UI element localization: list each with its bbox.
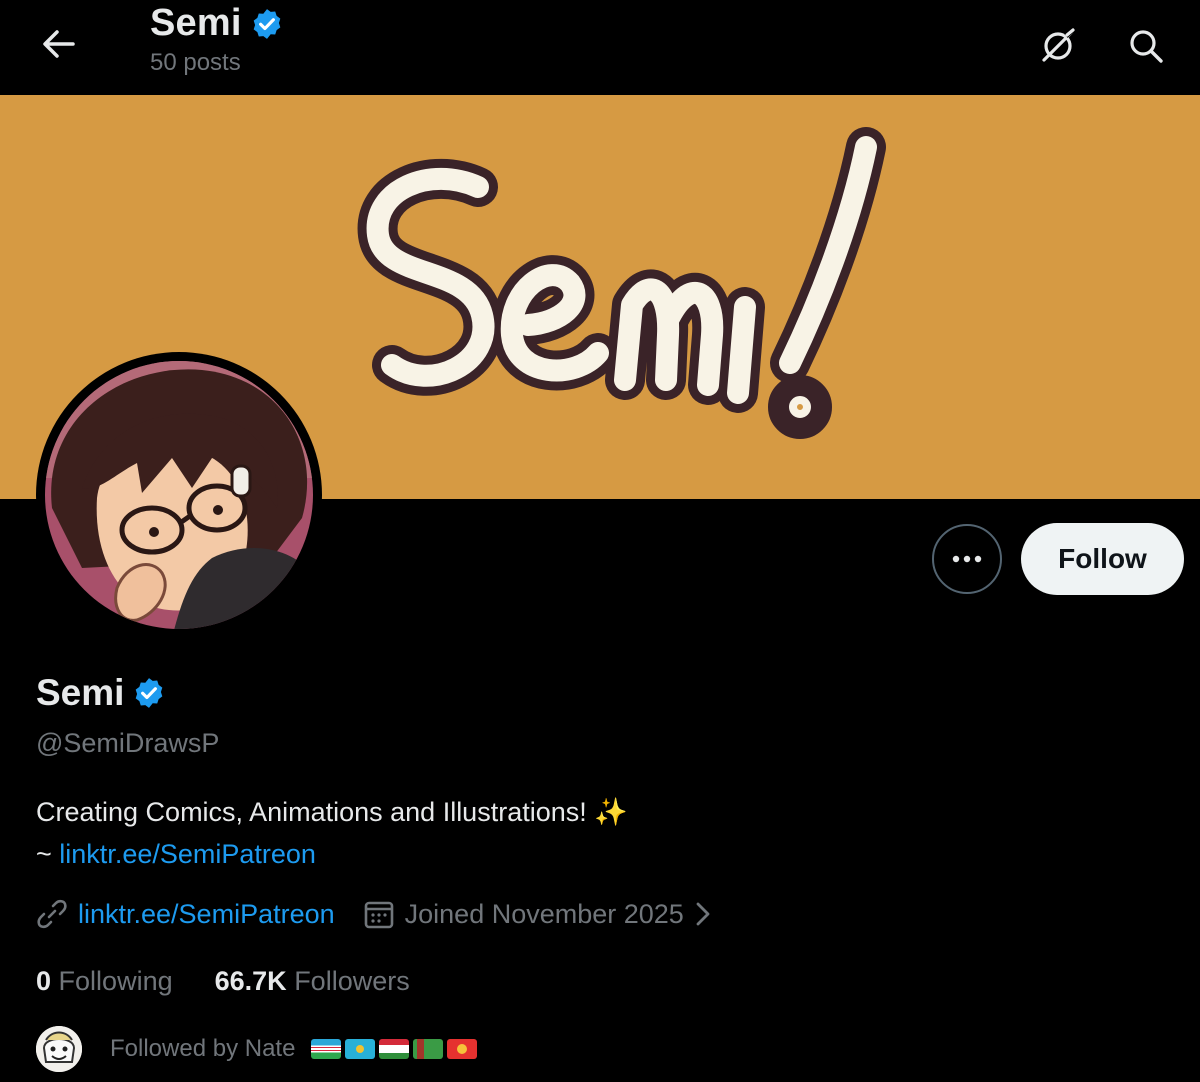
grok-button[interactable]	[1034, 22, 1082, 70]
header-title-block: Semi 50 posts	[150, 2, 284, 77]
followed-by-text: Followed by Nate	[110, 1035, 296, 1062]
link-icon	[37, 899, 67, 929]
grok-icon	[1042, 28, 1075, 62]
joined-item[interactable]: Joined November 2025	[363, 898, 712, 930]
followers-count: 66.7K	[214, 966, 287, 996]
profile-bio: Creating Comics, Animations and Illustra…	[36, 791, 628, 875]
back-arrow-icon	[43, 30, 75, 58]
website-item: linktr.ee/SemiPatreon	[36, 898, 335, 930]
post-count: 50 posts	[150, 49, 241, 76]
following-label: Following	[58, 966, 173, 996]
followers-label: Followers	[294, 966, 410, 996]
flag-uzbekistan-icon	[311, 1039, 342, 1059]
top-bar: Semi 50 posts	[0, 0, 1200, 95]
display-name: Semi	[36, 672, 125, 713]
more-options-button[interactable]	[932, 524, 1002, 594]
follower-avatar	[36, 1026, 82, 1072]
following-count: 0	[36, 966, 52, 996]
flag-tajikistan-icon	[379, 1039, 410, 1059]
flag-emojis	[307, 1039, 478, 1059]
flag-turkmenistan-icon	[413, 1039, 444, 1059]
joined-date: Joined November 2025	[404, 898, 684, 929]
flag-kyrgyzstan-icon	[447, 1039, 478, 1059]
search-icon	[1130, 30, 1163, 63]
avatar-illustration	[45, 361, 313, 629]
more-dots-icon	[952, 555, 982, 563]
search-button[interactable]	[1122, 22, 1170, 70]
flag-kazakhstan-icon	[345, 1039, 376, 1059]
header-title: Semi	[150, 2, 242, 44]
chevron-right-icon	[696, 902, 710, 926]
verified-badge-icon	[253, 8, 280, 39]
follow-stats: 0 Following 66.7K Followers	[36, 966, 410, 997]
bio-tilde: ~	[36, 839, 52, 869]
bio-line: Creating Comics, Animations and Illustra…	[36, 797, 628, 827]
profile-meta: linktr.ee/SemiPatreon Joined November 20…	[36, 898, 712, 930]
profile-handle: @SemiDrawsP	[36, 728, 220, 758]
bio-link[interactable]: linktr.ee/SemiPatreon	[59, 839, 316, 869]
following-stat[interactable]: 0 Following	[36, 966, 173, 997]
bio-link-line: ~ linktr.ee/SemiPatreon	[36, 833, 628, 875]
back-button[interactable]	[36, 24, 80, 64]
profile-avatar[interactable]	[36, 352, 322, 638]
follower-avatar-image	[36, 1026, 82, 1072]
calendar-icon	[364, 901, 393, 929]
follow-button[interactable]: Follow	[1021, 523, 1184, 595]
website-link[interactable]: linktr.ee/SemiPatreon	[78, 899, 335, 930]
followed-by-row[interactable]: Followed by Nate	[36, 1026, 478, 1072]
profile-name-row: Semi	[36, 672, 166, 714]
followers-stat[interactable]: 66.7K Followers	[215, 966, 410, 997]
verified-badge-icon[interactable]	[132, 676, 166, 710]
